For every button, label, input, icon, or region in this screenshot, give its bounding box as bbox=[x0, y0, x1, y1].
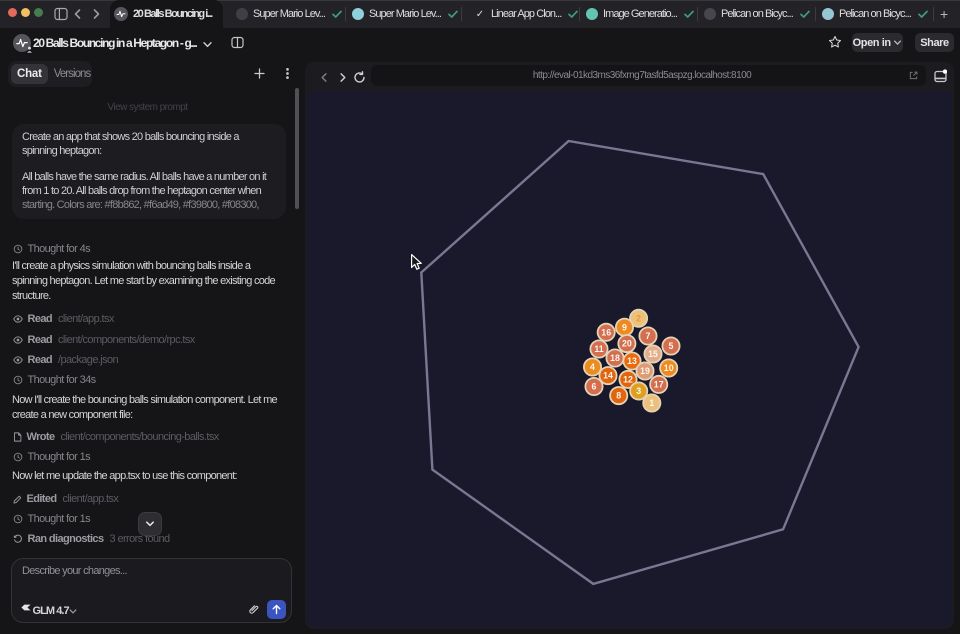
svg-text:12: 12 bbox=[623, 375, 633, 385]
svg-text:2: 2 bbox=[636, 313, 641, 323]
svg-text:3: 3 bbox=[636, 386, 641, 396]
svg-text:1: 1 bbox=[649, 398, 654, 408]
svg-text:20: 20 bbox=[622, 339, 632, 349]
svg-text:18: 18 bbox=[610, 353, 620, 363]
svg-text:6: 6 bbox=[592, 382, 597, 392]
svg-text:14: 14 bbox=[603, 371, 613, 381]
svg-text:4: 4 bbox=[590, 362, 595, 372]
svg-text:17: 17 bbox=[654, 380, 664, 390]
svg-text:5: 5 bbox=[669, 341, 674, 351]
svg-text:8: 8 bbox=[616, 391, 621, 401]
svg-text:13: 13 bbox=[627, 356, 637, 366]
svg-text:9: 9 bbox=[622, 322, 627, 332]
svg-text:10: 10 bbox=[664, 363, 674, 373]
svg-text:16: 16 bbox=[601, 327, 611, 337]
svg-text:7: 7 bbox=[646, 331, 651, 341]
svg-text:19: 19 bbox=[640, 366, 650, 376]
svg-text:15: 15 bbox=[648, 349, 658, 359]
svg-text:11: 11 bbox=[594, 344, 603, 354]
